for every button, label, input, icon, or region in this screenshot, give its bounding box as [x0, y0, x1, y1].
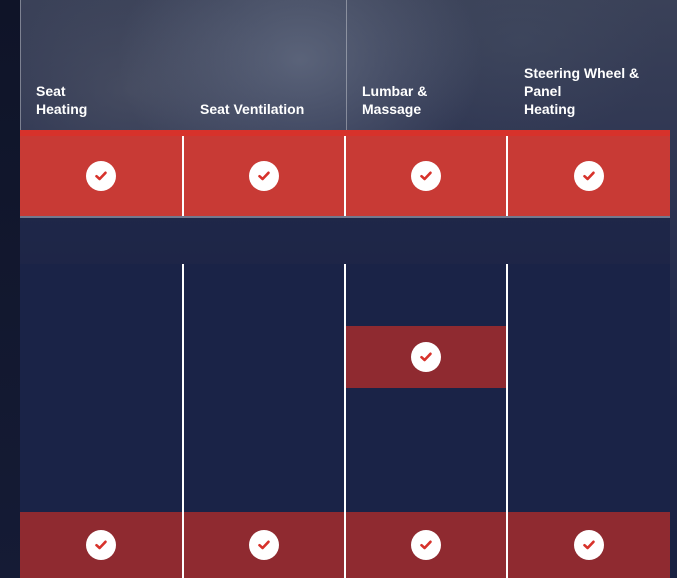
table-cell [20, 136, 184, 216]
table-row [20, 388, 670, 452]
table-cell [508, 136, 670, 216]
left-edge-bar [0, 0, 20, 578]
table-cell [346, 512, 508, 578]
check-circle-icon [411, 342, 441, 372]
table-row [20, 512, 670, 578]
column-header-steering-wheel-panel-heating: Steering Wheel & Panel Heating [524, 65, 640, 117]
table-cell [20, 512, 184, 578]
comparison-header: Seat Heating Seat Ventilation Lumbar & M… [20, 0, 670, 130]
table-cell [346, 264, 508, 326]
table-cell [20, 388, 184, 450]
table-row [20, 264, 670, 328]
table-row [20, 326, 670, 390]
table-cell [20, 326, 184, 388]
table-cell [20, 216, 184, 264]
table-cell [20, 450, 184, 512]
column-header-lumbar-massage: Lumbar & Massage [362, 83, 428, 117]
table-cell [508, 450, 670, 512]
table-cell [346, 136, 508, 216]
check-circle-icon [574, 161, 604, 191]
table-cell [184, 450, 346, 512]
check-circle-icon [249, 161, 279, 191]
table-cell [508, 216, 670, 264]
column-header-seat-ventilation: Seat Ventilation [200, 101, 305, 117]
table-cell [184, 216, 346, 264]
table-cell [184, 326, 346, 388]
table-cell [508, 388, 670, 450]
header-divider [346, 0, 347, 130]
table-cell [346, 388, 508, 450]
check-circle-icon [249, 530, 279, 560]
table-cell [184, 388, 346, 450]
table-cell [346, 450, 508, 512]
table-row [20, 450, 670, 514]
table-row [20, 136, 670, 218]
check-circle-icon [574, 530, 604, 560]
table-cell [508, 326, 670, 388]
check-circle-icon [411, 161, 441, 191]
table-row [20, 216, 670, 264]
table-cell [184, 512, 346, 578]
check-circle-icon [86, 530, 116, 560]
table-cell [184, 264, 346, 326]
table-cell [346, 326, 508, 388]
table-cell [346, 216, 508, 264]
check-circle-icon [411, 530, 441, 560]
column-header-seat-heating: Seat Heating [36, 83, 88, 117]
table-cell [184, 136, 346, 216]
table-cell [508, 264, 670, 326]
header-divider [20, 0, 21, 130]
table-cell [20, 264, 184, 326]
check-circle-icon [86, 161, 116, 191]
table-cell [508, 512, 670, 578]
